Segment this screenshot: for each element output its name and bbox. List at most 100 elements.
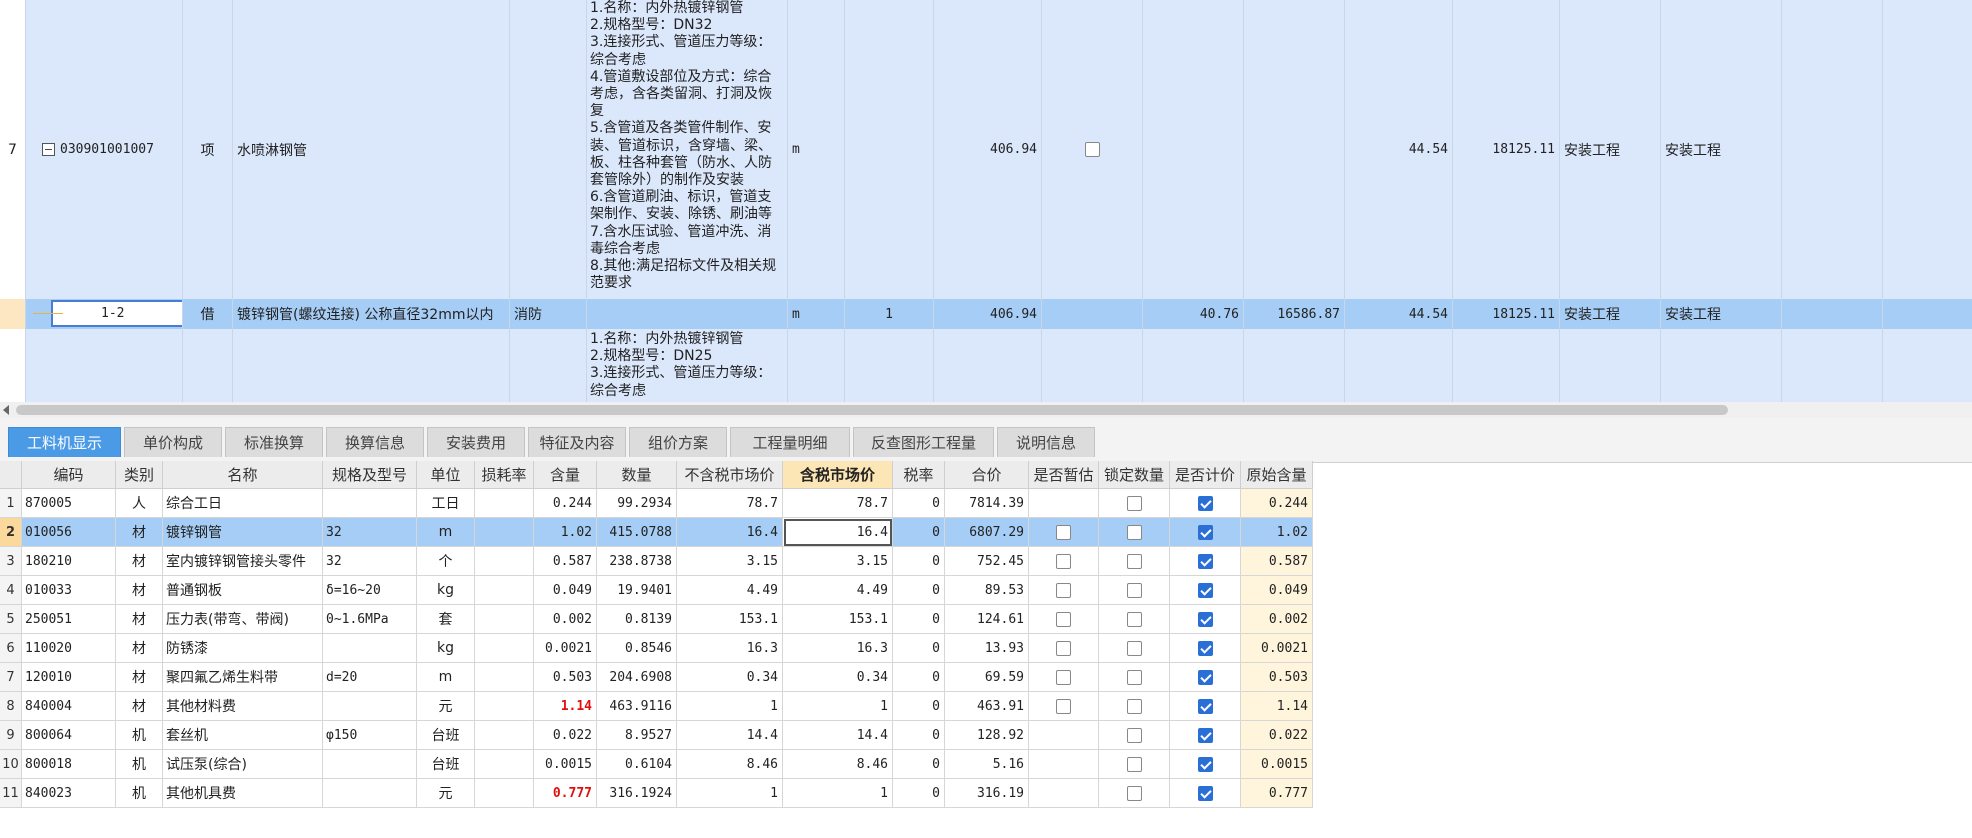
category2-cell[interactable]: 安装工程 <box>1661 299 1782 329</box>
price-excl-tax-cell[interactable]: 78.7 <box>677 489 783 518</box>
lock-quantity-checkbox[interactable] <box>1126 611 1142 627</box>
price-incl-tax-cell[interactable]: 1 <box>783 692 893 721</box>
content-cell[interactable]: 0.587 <box>534 547 597 576</box>
code-cell[interactable]: − 030901001007 <box>26 0 183 299</box>
header-total-price[interactable]: 合价 <box>945 461 1029 489</box>
unit-cell[interactable]: m <box>788 0 845 299</box>
spec-cell[interactable]: δ=16~20 <box>323 576 417 605</box>
name-cell[interactable]: 普通钢板 <box>163 576 323 605</box>
header-tax-rate[interactable]: 税率 <box>893 461 945 489</box>
priced-cell[interactable] <box>1170 721 1241 750</box>
category-cell[interactable]: 机 <box>116 750 163 779</box>
checkbox-cell[interactable] <box>1042 0 1143 299</box>
total-price-cell[interactable]: 7814.39 <box>945 489 1029 518</box>
lock-quantity-checkbox[interactable] <box>1126 756 1142 772</box>
loss-rate-cell[interactable] <box>475 605 534 634</box>
quantity-cell[interactable]: 0.8546 <box>597 634 677 663</box>
quantity-cell[interactable]: 0.6104 <box>597 750 677 779</box>
header-category[interactable]: 类别 <box>116 461 163 489</box>
tab-features-content[interactable]: 特征及内容 <box>528 427 626 457</box>
loss-rate-cell[interactable] <box>475 576 534 605</box>
unit-price2-cell[interactable] <box>1345 329 1453 402</box>
content-cell[interactable]: 0.777 <box>534 779 597 808</box>
unit-cell[interactable]: 元 <box>417 692 475 721</box>
code-cell[interactable]: 250051 <box>22 605 116 634</box>
provisional-cell[interactable] <box>1029 663 1099 692</box>
lock-quantity-checkbox[interactable] <box>1126 524 1142 540</box>
tab-installation-cost[interactable]: 安装费用 <box>427 427 525 457</box>
provisional-cell[interactable] <box>1029 750 1099 779</box>
total-price-cell[interactable]: 316.19 <box>945 779 1029 808</box>
priced-checkbox[interactable] <box>1197 553 1213 569</box>
priced-checkbox[interactable] <box>1197 640 1213 656</box>
quantity-cell[interactable]: 238.8738 <box>597 547 677 576</box>
specialty-cell[interactable]: 消防 <box>510 299 587 329</box>
type-cell[interactable]: 项 <box>183 0 233 299</box>
provisional-cell[interactable] <box>1029 779 1099 808</box>
provisional-cell[interactable] <box>1029 721 1099 750</box>
code-cell[interactable]: 800018 <box>22 750 116 779</box>
unit-cell[interactable]: kg <box>417 634 475 663</box>
priced-cell[interactable] <box>1170 576 1241 605</box>
content-cell[interactable]: 0.002 <box>534 605 597 634</box>
code-cell[interactable]: 010033 <box>22 576 116 605</box>
code-cell[interactable]: 110020 <box>22 634 116 663</box>
provisional-checkbox[interactable] <box>1056 582 1071 598</box>
scrollbar-thumb[interactable] <box>16 405 1728 415</box>
quantity-cell[interactable]: 463.9116 <box>597 692 677 721</box>
spec-cell[interactable]: 0~1.6MPa <box>323 605 417 634</box>
original-content-cell[interactable]: 0.0015 <box>1241 750 1313 779</box>
spec-cell[interactable] <box>323 750 417 779</box>
scroll-left-icon[interactable] <box>3 405 9 415</box>
original-content-cell[interactable]: 0.587 <box>1241 547 1313 576</box>
priced-cell[interactable] <box>1170 692 1241 721</box>
total-price-cell[interactable]: 124.61 <box>945 605 1029 634</box>
original-content-cell[interactable]: 0.503 <box>1241 663 1313 692</box>
category-cell[interactable]: 材 <box>116 663 163 692</box>
provisional-cell[interactable] <box>1029 547 1099 576</box>
coef-cell[interactable] <box>845 0 934 299</box>
name-cell[interactable]: 室内镀锌钢管接头零件 <box>163 547 323 576</box>
loss-rate-cell[interactable] <box>475 750 534 779</box>
content-cell[interactable]: 0.503 <box>534 663 597 692</box>
description-cell[interactable]: 1.名称：内外热镀锌钢管 2.规格型号：DN25 3.连接形式、管道压力等级：综… <box>587 329 788 402</box>
priced-checkbox[interactable] <box>1197 611 1213 627</box>
category2-cell[interactable] <box>1661 329 1782 402</box>
priced-checkbox[interactable] <box>1197 756 1213 772</box>
lock-quantity-cell[interactable] <box>1099 692 1170 721</box>
original-content-cell[interactable]: 0.0021 <box>1241 634 1313 663</box>
original-content-cell[interactable]: 1.14 <box>1241 692 1313 721</box>
unit-cell[interactable]: m <box>788 299 845 329</box>
original-content-cell[interactable]: 0.777 <box>1241 779 1313 808</box>
loss-rate-cell[interactable] <box>475 518 534 547</box>
provisional-checkbox[interactable] <box>1056 524 1071 540</box>
loss-rate-cell[interactable] <box>475 634 534 663</box>
category2-cell[interactable]: 安装工程 <box>1661 0 1782 299</box>
price-incl-tax-cell[interactable]: 8.46 <box>783 750 893 779</box>
quantity-cell[interactable]: 204.6908 <box>597 663 677 692</box>
header-content[interactable]: 含量 <box>534 461 597 489</box>
price-excl-tax-cell[interactable]: 3.15 <box>677 547 783 576</box>
tab-pricing-plan[interactable]: 组价方案 <box>629 427 727 457</box>
category-cell[interactable]: 材 <box>116 518 163 547</box>
name-cell[interactable]: 其他机具费 <box>163 779 323 808</box>
category1-cell[interactable]: 安装工程 <box>1560 299 1661 329</box>
priced-checkbox[interactable] <box>1197 524 1213 540</box>
quantity-cell[interactable]: 406.94 <box>934 0 1042 299</box>
tab-unit-price-composition[interactable]: 单价构成 <box>124 427 222 457</box>
header-corner[interactable] <box>0 461 22 489</box>
name-cell[interactable]: 聚四氟乙烯生料带 <box>163 663 323 692</box>
unit-cell[interactable]: 个 <box>417 547 475 576</box>
total2-cell[interactable]: 18125.11 <box>1453 0 1560 299</box>
total-cell[interactable]: 16586.87 <box>1244 299 1345 329</box>
unit-price-cell[interactable] <box>1143 0 1244 299</box>
lock-quantity-checkbox[interactable] <box>1126 669 1142 685</box>
category-cell[interactable]: 材 <box>116 634 163 663</box>
total-price-cell[interactable]: 6807.29 <box>945 518 1029 547</box>
table-row-selected[interactable]: 1-2 借 镀锌钢管(螺纹连接) 公称直径32mm以内 消防 m 1 406.9… <box>0 299 1972 329</box>
unit-cell[interactable]: 元 <box>417 779 475 808</box>
price-excl-tax-cell[interactable]: 16.3 <box>677 634 783 663</box>
code-cell[interactable]: 840023 <box>22 779 116 808</box>
price-incl-tax-cell[interactable]: 16.4 <box>783 518 893 547</box>
name-cell[interactable]: 试压泵(综合) <box>163 750 323 779</box>
